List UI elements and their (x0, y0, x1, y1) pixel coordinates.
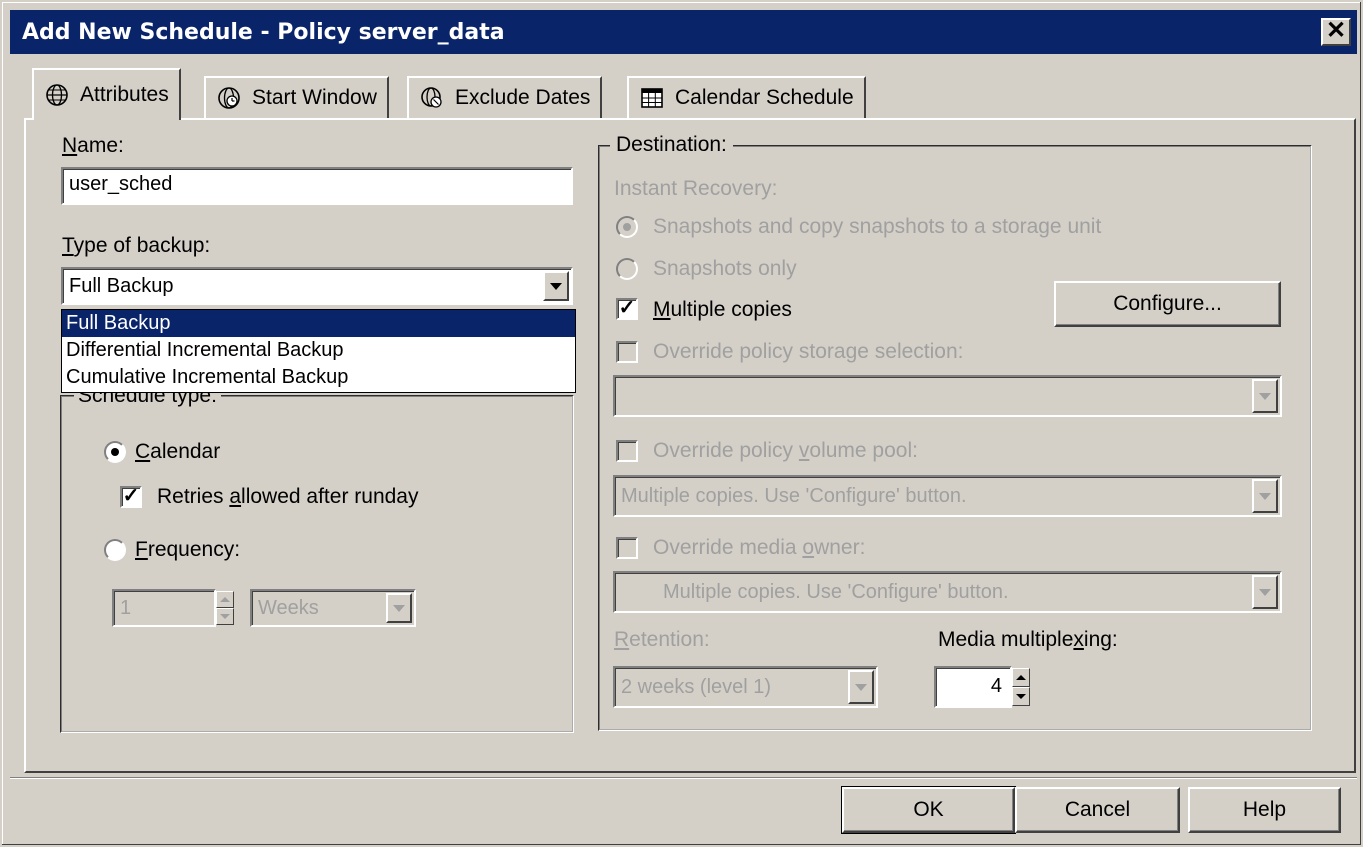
volume-pool-select: Multiple copies. Use 'Configure' button. (613, 475, 1282, 517)
chevron-down-icon (386, 593, 412, 623)
tab-exclude-dates[interactable]: Exclude Dates (407, 76, 603, 118)
spin-down-icon[interactable] (1012, 687, 1030, 706)
tab-start-window[interactable]: Start Window (204, 76, 389, 118)
dropdown-option-full[interactable]: Full Backup (62, 310, 575, 337)
snapshots-copy-label: Snapshots and copy snapshots to a storag… (653, 215, 1102, 238)
dropdown-option-differential[interactable]: Differential Incremental Backup (62, 337, 575, 364)
type-of-backup-dropdown: Full Backup Differential Incremental Bac… (61, 309, 576, 393)
frequency-radio[interactable] (104, 539, 126, 561)
override-media-owner-label: Override media owner: (653, 536, 866, 559)
tab-attributes[interactable]: Attributes (32, 68, 181, 120)
calendar-icon (641, 88, 663, 108)
frequency-label: Frequency: (135, 538, 241, 561)
calendar-radio[interactable] (104, 441, 126, 463)
type-of-backup-select[interactable]: Full Backup (61, 267, 573, 305)
dropdown-option-cumulative[interactable]: Cumulative Incremental Backup (62, 364, 575, 391)
snapshots-copy-radio (616, 216, 638, 238)
override-media-owner-checkbox (616, 537, 638, 559)
storage-select (613, 375, 1282, 417)
chevron-down-icon (848, 670, 874, 704)
chevron-down-icon (1252, 479, 1278, 513)
retries-checkbox[interactable]: ✓ (120, 486, 142, 508)
name-input[interactable]: user_sched (61, 167, 573, 205)
media-multiplexing-input[interactable]: 4 (934, 666, 1012, 708)
tab-label: Exclude Dates (455, 86, 591, 109)
override-storage-checkbox (616, 341, 638, 363)
override-volume-checkbox (616, 440, 638, 462)
configure-button[interactable]: Confi g ure... (1054, 281, 1281, 327)
title-bar[interactable]: Add New Schedule - Policy server_data ✕ (10, 10, 1357, 54)
globe-clock-icon (46, 84, 68, 106)
help-button[interactable]: Help (1188, 787, 1341, 833)
instant-recovery-label: Instant Recovery: (614, 177, 778, 200)
window-title: Add New Schedule - Policy server_data (22, 20, 505, 45)
ok-button[interactable]: OK (841, 786, 1016, 834)
override-storage-label: Override policy storage selection: (653, 340, 964, 363)
frequency-unit-select: Weeks (250, 589, 416, 627)
cancel-button[interactable]: Cancel (1015, 787, 1180, 833)
media-owner-select: Multiple copies. Use 'Configure' button. (613, 571, 1282, 613)
dialog-window: Add New Schedule - Policy server_data ✕ … (0, 0, 1363, 847)
tab-calendar-schedule[interactable]: Calendar Schedule (627, 76, 866, 118)
tab-label: Start Window (252, 86, 377, 109)
type-of-backup-label: Type of backup: (62, 234, 211, 257)
chevron-down-icon (1252, 575, 1278, 609)
snapshots-only-label: Snapshots only (653, 257, 797, 280)
spin-up-icon (216, 591, 234, 608)
type-of-backup-value: Full Backup (69, 275, 174, 297)
chevron-down-icon[interactable] (543, 271, 569, 301)
calendar-label: Calendar (135, 440, 221, 463)
name-label: Name: (62, 134, 124, 157)
multiple-copies-label: Multiple copies (653, 298, 792, 321)
tab-label: Calendar Schedule (675, 86, 854, 109)
media-multiplexing-label: Media multiplexing: (938, 628, 1118, 651)
multiple-copies-checkbox[interactable]: ✓ (616, 298, 638, 320)
retention-select: 2 weeks (level 1) (613, 666, 878, 708)
button-separator (10, 777, 1357, 779)
spin-down-icon (216, 608, 234, 625)
retries-label: Retries allowed after runday (157, 485, 419, 508)
destination-label: Destination: (610, 133, 733, 157)
override-volume-label: Override policy volume pool: (653, 439, 918, 462)
chevron-down-icon (1252, 379, 1278, 413)
tab-label: Attributes (80, 83, 169, 106)
spin-up-icon[interactable] (1012, 668, 1030, 687)
frequency-value-input: 1 (112, 589, 216, 627)
snapshots-only-radio (616, 258, 638, 280)
calendar-exclude-icon (421, 87, 442, 108)
clock-globe-icon (218, 87, 240, 109)
media-multiplexing-spinner[interactable] (1012, 668, 1030, 706)
frequency-spinner (216, 591, 234, 625)
retention-label: Retention: (614, 628, 710, 651)
close-button[interactable]: ✕ (1321, 18, 1351, 46)
